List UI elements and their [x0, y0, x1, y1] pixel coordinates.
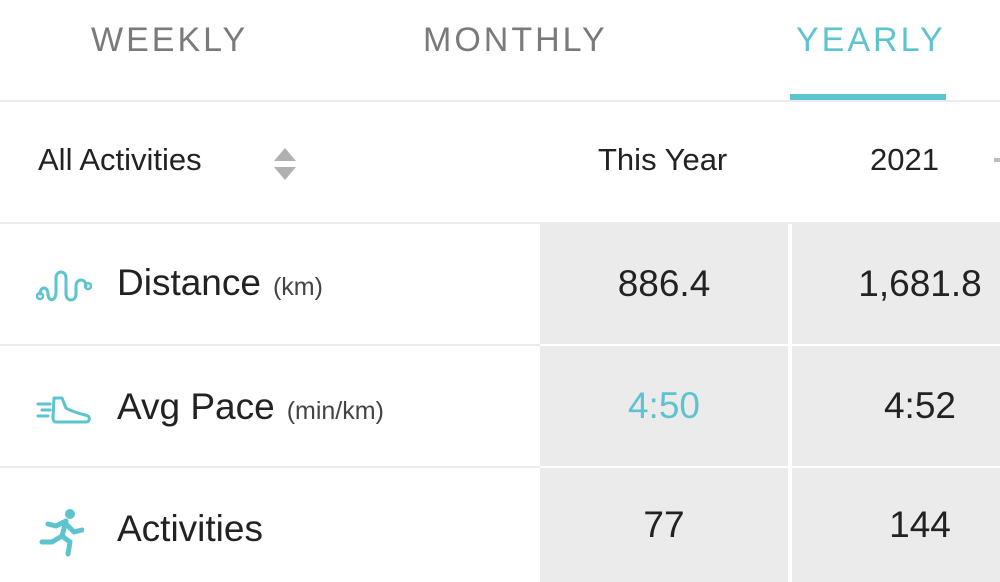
route-icon	[36, 270, 92, 302]
row-label-area: Avg Pace (min/km)	[0, 346, 540, 468]
avg-pace-this-year-value: 4:50	[540, 346, 788, 466]
tab-weekly[interactable]: WEEKLY	[91, 20, 248, 60]
activity-filter-label[interactable]: All Activities	[38, 142, 202, 178]
metric-name-distance: Distance (km)	[117, 262, 323, 303]
metric-name-activities: Activities	[117, 508, 263, 549]
runner-icon	[39, 509, 84, 557]
period-tabs: WEEKLY MONTHLY YEARLY	[0, 0, 1000, 102]
metric-name-avg-pace: Avg Pace (min/km)	[117, 386, 384, 427]
distance-this-year-value: 886.4	[540, 224, 788, 344]
shoe-icon	[36, 396, 91, 424]
column-header-this-year: This Year	[598, 142, 728, 177]
table-header: All Activities This Year 2021	[0, 102, 1000, 224]
activities-2021-value: 144	[792, 468, 1000, 582]
scroll-hint	[994, 158, 1000, 162]
column-header-2021: 2021	[870, 142, 939, 177]
tab-yearly[interactable]: YEARLY	[796, 20, 946, 60]
row-label-area: Activities	[0, 468, 540, 582]
table-row: Avg Pace (min/km) 4:50 4:52	[0, 346, 1000, 468]
distance-2021-value: 1,681.8	[792, 224, 1000, 344]
selected-tab-indicator	[790, 94, 946, 100]
sort-icon[interactable]	[272, 146, 298, 182]
table-row: Distance (km) 886.4 1,681.8	[0, 224, 1000, 346]
activities-this-year-value: 77	[540, 468, 788, 582]
row-label-area: Distance (km)	[0, 224, 540, 346]
tab-monthly[interactable]: MONTHLY	[423, 20, 608, 60]
avg-pace-2021-value: 4:52	[792, 346, 1000, 466]
table-row: Activities 77 144	[0, 468, 1000, 582]
